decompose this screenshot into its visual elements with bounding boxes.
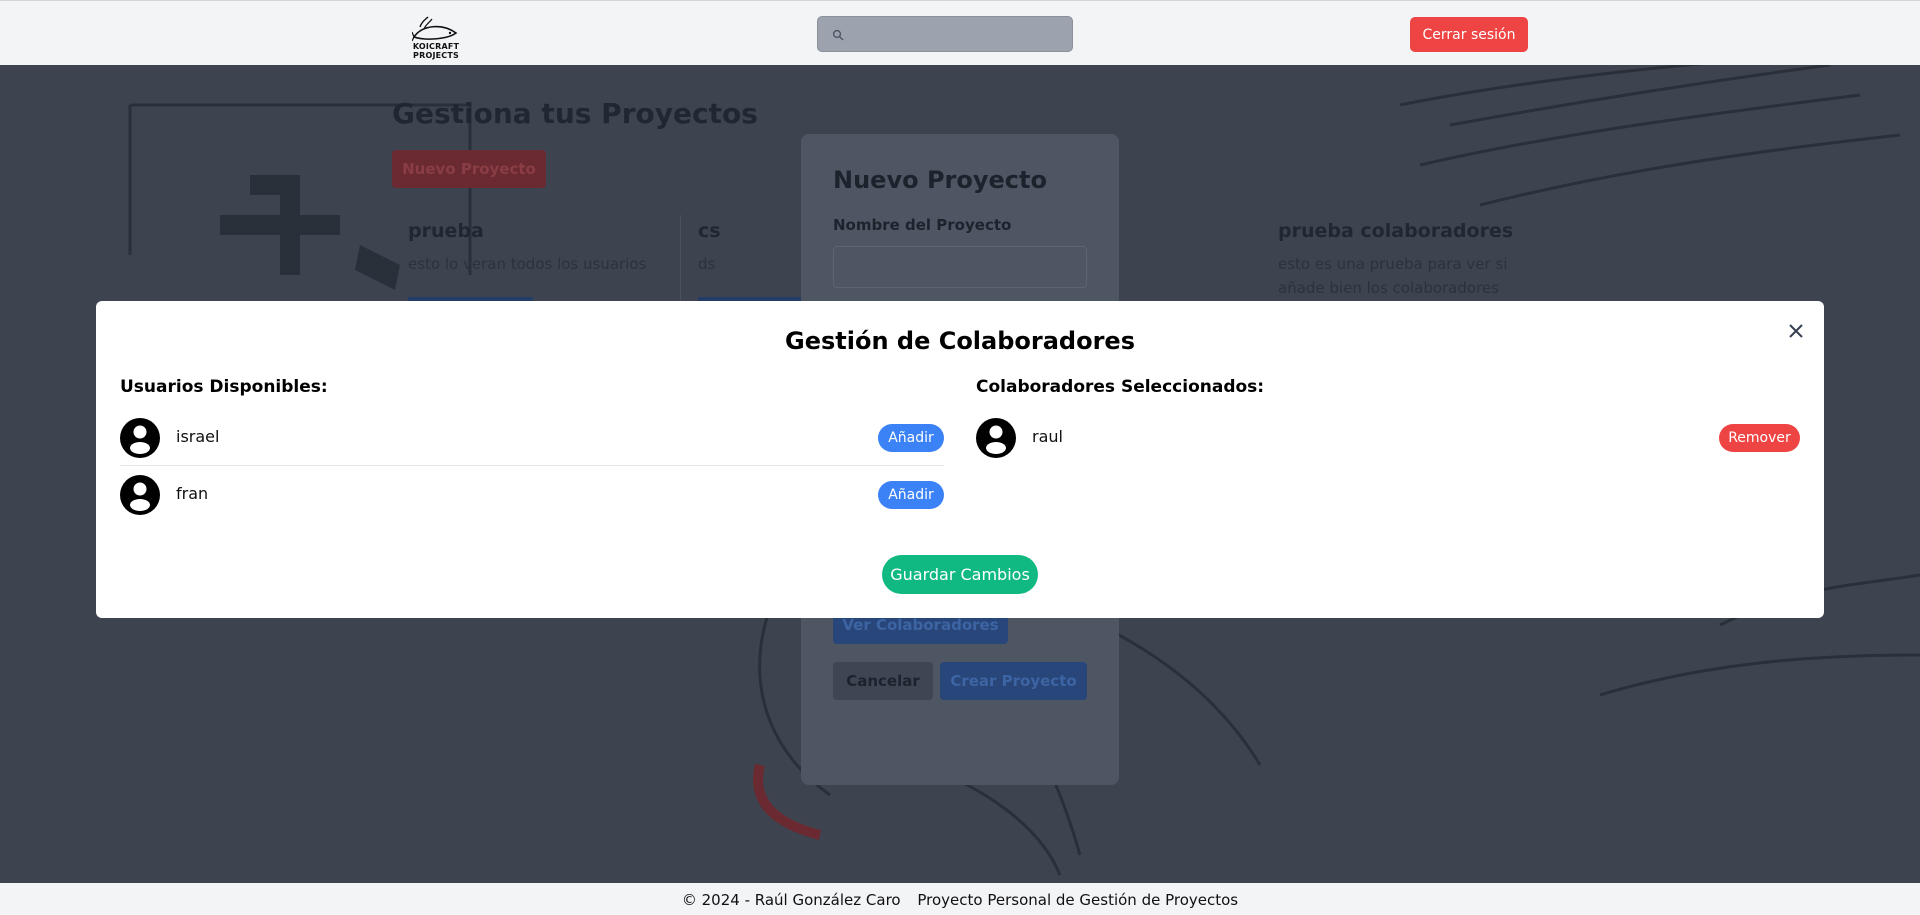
footer-tagline: Proyecto Personal de Gestión de Proyecto… xyxy=(917,891,1239,909)
footer-copyright: © 2024 - Raúl González Caro xyxy=(681,891,901,909)
add-user-button[interactable]: Añadir xyxy=(878,424,944,452)
user-name: raul xyxy=(1032,427,1063,446)
top-navbar: KOICRAFT PROJECTS Cerrar sesión xyxy=(0,0,1920,65)
project-card-title: prueba colaboradores xyxy=(1278,220,1514,242)
available-users-heading: Usuarios Disponibles: xyxy=(120,377,328,397)
new-project-button[interactable]: Nuevo Proyecto xyxy=(392,150,546,188)
remove-user-button[interactable]: Remover xyxy=(1719,424,1800,452)
logout-button[interactable]: Cerrar sesión xyxy=(1410,17,1528,52)
project-card-description: esto lo veran todos los usuarios xyxy=(408,255,647,273)
save-changes-button[interactable]: Guardar Cambios xyxy=(882,555,1038,594)
close-icon[interactable] xyxy=(1784,319,1808,343)
project-card[interactable]: cs ds xyxy=(698,220,721,276)
project-name-field[interactable] xyxy=(833,246,1087,288)
project-name-label: Nombre del Proyecto xyxy=(833,216,1012,234)
create-project-button[interactable]: Crear Proyecto xyxy=(940,662,1087,700)
search-icon xyxy=(832,29,844,41)
user-avatar-icon xyxy=(976,418,1016,458)
collaborators-modal: Gestión de Colaboradores Usuarios Dispon… xyxy=(96,301,1824,618)
available-user-row: fran Añadir xyxy=(120,466,944,523)
logo-text: KOICRAFT PROJECTS xyxy=(412,42,460,60)
project-card-title: cs xyxy=(698,220,721,242)
project-card[interactable]: prueba esto lo veran todos los usuarios xyxy=(408,220,646,276)
available-user-row: israel Añadir xyxy=(120,409,944,466)
add-user-button[interactable]: Añadir xyxy=(878,481,944,509)
project-card-description: ds xyxy=(698,255,716,273)
selected-collaborator-row: raul Remover xyxy=(976,409,1800,466)
form-title: Nuevo Proyecto xyxy=(833,166,1047,194)
project-card[interactable]: prueba colaboradores esto es una prueba … xyxy=(1278,220,1528,300)
cancel-button[interactable]: Cancelar xyxy=(833,662,933,700)
project-card-title: prueba xyxy=(408,220,484,242)
search-input[interactable] xyxy=(817,16,1073,52)
page-title: Gestiona tus Proyectos xyxy=(392,97,758,130)
user-avatar-icon xyxy=(120,418,160,458)
footer: © 2024 - Raúl González Caro Proyecto Per… xyxy=(0,883,1920,915)
user-name: israel xyxy=(176,427,220,446)
user-avatar-icon xyxy=(120,475,160,515)
user-name: fran xyxy=(176,484,209,503)
modal-title: Gestión de Colaboradores xyxy=(785,327,1135,355)
app-logo[interactable]: KOICRAFT PROJECTS xyxy=(396,15,476,60)
koi-logo-icon xyxy=(412,16,458,42)
card-divider xyxy=(680,215,681,305)
project-card-description: esto es una prueba para ver si añade bie… xyxy=(1278,255,1508,297)
selected-collaborators-heading: Colaboradores Seleccionados: xyxy=(976,377,1265,397)
